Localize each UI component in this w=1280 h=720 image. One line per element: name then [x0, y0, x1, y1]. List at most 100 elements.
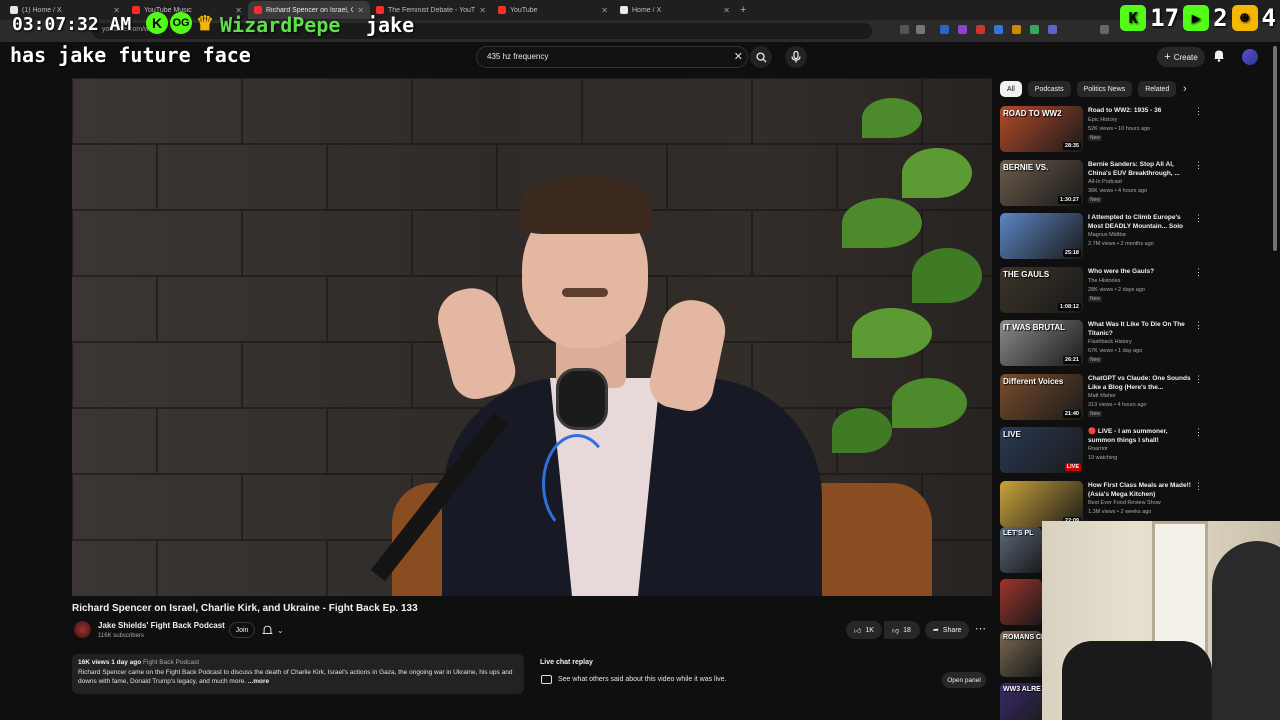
extension-icon[interactable] — [994, 25, 1003, 34]
recommended-video[interactable]: LIVE LIVE 🔴 LIVE - I am summoner, summon t… — [1000, 427, 1203, 477]
recommended-title[interactable]: Road to WW2: 1935 - 36 — [1088, 106, 1192, 115]
subscription-notifications-button[interactable]: ⌄ — [262, 622, 296, 638]
create-button[interactable]: + Create — [1157, 47, 1205, 67]
more-actions-icon[interactable]: ⋯ — [975, 622, 986, 635]
channel-avatar[interactable] — [74, 621, 91, 638]
more-options-icon[interactable]: ⋮ — [1194, 374, 1203, 385]
recommended-channel[interactable]: Roarrior — [1088, 446, 1108, 452]
extension-icon[interactable] — [958, 25, 967, 34]
recommended-title[interactable]: ChatGPT vs Claude: One Sounds Like a Blo… — [1088, 374, 1192, 392]
more-options-icon[interactable]: ⋮ — [1194, 213, 1203, 224]
streamer-webcam — [1042, 521, 1280, 720]
chip-podcasts[interactable]: Podcasts — [1027, 81, 1071, 97]
account-avatar[interactable] — [1242, 49, 1258, 65]
recommended-channel[interactable]: Best Ever Food Review Show — [1088, 500, 1161, 506]
browser-tab[interactable]: YouTube ✕ — [492, 1, 614, 19]
video-thumbnail[interactable] — [1000, 579, 1042, 625]
clear-search-icon[interactable]: ✕ — [734, 50, 743, 63]
recommended-video[interactable]: BERNIE VS. 1:30:27 Bernie Sanders: Stop Al… — [1000, 159, 1203, 210]
chip-politics-news[interactable]: Politics News — [1076, 81, 1133, 97]
recommended-channel[interactable]: All-In Podcast — [1088, 179, 1122, 185]
video-player[interactable] — [72, 78, 992, 596]
channel-name[interactable]: Jake Shields' Fight Back Podcast — [98, 621, 225, 630]
show-more-link[interactable]: ...more — [248, 678, 269, 685]
plus-icon: + — [1164, 51, 1171, 63]
recommended-title[interactable]: 🔴 LIVE - I am summoner, summon things I … — [1088, 427, 1192, 445]
open-panel-button[interactable]: Open panel — [942, 672, 986, 688]
extension-icon[interactable] — [900, 25, 909, 34]
extension-icon[interactable] — [940, 25, 949, 34]
video-thumbnail[interactable]: Different Voices 21:40 — [1000, 373, 1083, 420]
chip-all[interactable]: All — [1000, 81, 1022, 97]
close-tab-icon[interactable]: ✕ — [479, 6, 486, 15]
voice-search-button[interactable] — [785, 46, 807, 68]
video-thumbnail[interactable]: ROMANS CHAN — [1000, 631, 1043, 677]
filter-chips: All Podcasts Politics News Related — [1000, 81, 1177, 97]
dislike-button[interactable]: 👎︎ 18 — [884, 621, 920, 639]
recommended-channel[interactable]: Flashback History — [1088, 339, 1132, 345]
recommended-channel[interactable]: Matt Maher — [1088, 393, 1116, 399]
recommended-video[interactable]: IT WAS BRUTAL 26:21 What Was It Like To Di… — [1000, 320, 1203, 370]
more-options-icon[interactable]: ⋮ — [1194, 160, 1203, 171]
search-input[interactable]: 435 hz frequency — [487, 52, 548, 61]
extension-icon[interactable] — [1048, 25, 1057, 34]
extension-icon[interactable] — [976, 25, 985, 34]
podcast-microphone — [556, 368, 608, 430]
close-tab-icon[interactable]: ✕ — [601, 6, 608, 15]
search-button[interactable] — [750, 46, 772, 68]
chip-related[interactable]: Related — [1138, 81, 1177, 97]
search-box[interactable]: 435 hz frequency ✕ — [476, 46, 748, 68]
plant-leaf — [862, 98, 922, 138]
extension-icon[interactable] — [1030, 25, 1039, 34]
recommended-channel[interactable]: The Histories — [1088, 278, 1120, 284]
notifications-bell-icon[interactable] — [1213, 49, 1225, 62]
wall-stone — [582, 78, 752, 144]
person-hair — [520, 176, 652, 234]
recommended-title[interactable]: What Was It Like To Die On The Titanic? — [1088, 320, 1192, 338]
more-options-icon[interactable]: ⋮ — [1194, 427, 1203, 438]
new-tab-icon[interactable]: + — [740, 4, 746, 16]
description-category[interactable]: Fight Back Podcast — [143, 659, 199, 666]
recommended-title[interactable]: How First Class Meals are Made!! (Asia's… — [1088, 481, 1192, 499]
video-thumbnail[interactable]: LET'S PL — [1000, 527, 1042, 573]
recommended-title[interactable]: I Attempted to Climb Europe's Most DEADL… — [1088, 213, 1192, 231]
more-options-icon[interactable]: ⋮ — [1194, 320, 1203, 331]
video-thumbnail[interactable]: IT WAS BRUTAL 26:21 — [1000, 320, 1083, 366]
video-thumbnail[interactable]: BERNIE VS. 1:30:27 — [1000, 159, 1083, 206]
recommended-views: 19 watching — [1088, 455, 1118, 461]
page-scrollbar[interactable] — [1273, 46, 1277, 251]
wall-stone — [72, 276, 157, 342]
more-options-icon[interactable]: ⋮ — [1194, 106, 1203, 117]
recommended-video[interactable]: ROAD TO WW2 28:35 Road to WW2: 1935 - 36 Ep… — [1000, 106, 1203, 156]
thumbnail-text: BERNIE VS. — [1003, 162, 1049, 172]
description-box[interactable]: 16K views 1 day ago Fight Back Podcast R… — [72, 654, 524, 694]
recommended-title[interactable]: Who were the Gauls? — [1088, 267, 1192, 276]
extension-icon[interactable] — [1100, 25, 1109, 34]
extension-icon[interactable] — [1012, 25, 1021, 34]
duration-badge: 21:40 — [1062, 409, 1081, 418]
like-button[interactable]: 👍︎ 1K — [846, 621, 882, 639]
more-options-icon[interactable]: ⋮ — [1194, 481, 1203, 492]
video-thumbnail[interactable]: LIVE LIVE — [1000, 427, 1083, 473]
video-thumbnail[interactable]: THE GAULS 1:08:12 — [1000, 266, 1083, 313]
recommended-video[interactable]: THE GAULS 1:08:12 Who were the Gauls? The H… — [1000, 266, 1203, 317]
join-button[interactable]: Join — [229, 622, 255, 638]
share-button[interactable]: ➦ Share — [925, 621, 969, 639]
video-thumbnail[interactable]: WW3 ALRE — [1000, 683, 1042, 720]
close-tab-icon[interactable]: ✕ — [723, 6, 730, 15]
tab-favicon-icon — [620, 6, 628, 14]
close-tab-icon[interactable]: ✕ — [357, 6, 364, 15]
chevron-right-icon[interactable]: › — [1183, 83, 1187, 95]
recommended-channel[interactable]: Epic History — [1088, 117, 1117, 123]
more-options-icon[interactable]: ⋮ — [1194, 267, 1203, 278]
bookmark-icon[interactable] — [916, 25, 925, 34]
recommended-title[interactable]: Bernie Sanders: Stop All AI, China's EUV… — [1088, 160, 1192, 178]
recommended-video[interactable]: Different Voices 21:40 ChatGPT vs Claude: … — [1000, 373, 1203, 424]
video-thumbnail[interactable]: 25:18 — [1000, 213, 1083, 259]
viewer-count: 4 — [1261, 4, 1276, 32]
recommended-video[interactable]: 25:18 I Attempted to Climb Europe's Most … — [1000, 213, 1203, 263]
video-thumbnail[interactable]: ROAD TO WW2 28:35 — [1000, 106, 1083, 152]
browser-tab[interactable]: Home / X ✕ — [614, 1, 736, 19]
video-thumbnail[interactable]: 22:09 — [1000, 480, 1083, 527]
recommended-channel[interactable]: Magnus Midtbø — [1088, 232, 1126, 238]
